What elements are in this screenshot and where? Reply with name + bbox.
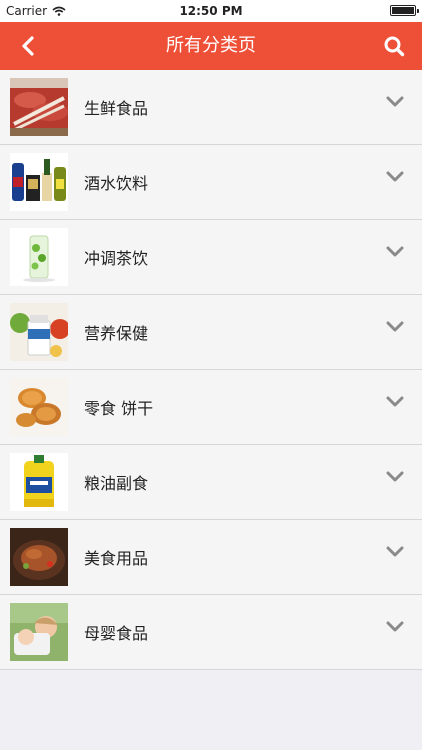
category-row-fresh[interactable]: 生鲜食品 [0,70,422,145]
chevron-down-icon [386,546,404,557]
category-label: 零食 饼干 [84,399,154,418]
category-label: 营养保健 [84,324,149,343]
category-row-cuisine[interactable]: 美食用品 [0,520,422,595]
chevron-down-icon [386,321,404,332]
category-list: 生鲜食品 酒水饮料 冲调茶饮 营养保健 零食 饼干 粮油副食 美食用品 母婴食品 [0,70,422,670]
category-row-tea[interactable]: 冲调茶饮 [0,220,422,295]
cuisine-image [10,528,68,586]
category-row-oil[interactable]: 粮油副食 [0,445,422,520]
snack-image [10,378,68,436]
battery-icon [390,5,419,16]
chevron-down-icon [386,96,404,107]
chevron-down-icon [386,621,404,632]
category-label: 生鲜食品 [84,99,149,118]
chevron-down-icon [386,171,404,182]
chevron-down-icon [386,246,404,257]
tea-image [10,228,68,286]
baby-food-image [10,603,68,661]
health-image [10,303,68,361]
oil-image [10,453,68,511]
category-row-baby[interactable]: 母婴食品 [0,595,422,670]
category-label: 酒水饮料 [84,174,149,193]
page-title: 所有分类页 [166,35,256,56]
chevron-down-icon [386,396,404,407]
status-time: 12:50 PM [179,4,243,18]
category-row-health[interactable]: 营养保健 [0,295,422,370]
category-label: 粮油副食 [84,474,149,493]
search-button[interactable] [378,32,410,60]
status-bar: Carrier 12:50 PM [0,0,422,22]
nav-bar: 所有分类页 [0,22,422,70]
category-label: 母婴食品 [84,624,149,643]
category-row-snack[interactable]: 零食 饼干 [0,370,422,445]
chevron-down-icon [386,471,404,482]
category-label: 冲调茶饮 [84,249,149,268]
category-label: 美食用品 [84,549,149,568]
search-icon [384,36,405,57]
drinks-image [10,153,68,211]
category-row-drinks[interactable]: 酒水饮料 [0,145,422,220]
fresh-food-image [10,78,68,136]
